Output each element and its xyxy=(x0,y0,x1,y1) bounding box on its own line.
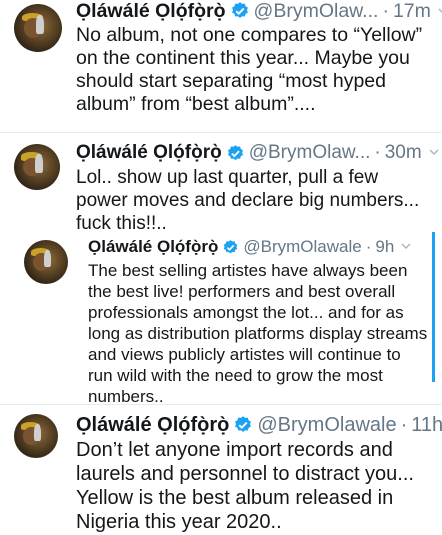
tweet-content: Ọláwálé Ọlọ́fọ̀rọ̀ @BrymOlaw... · 30m Lo… xyxy=(76,142,439,235)
chevron-down-icon[interactable] xyxy=(428,142,440,164)
tweet-text: No album, not one compares to “Yellow” o… xyxy=(76,24,423,115)
chevron-down-icon[interactable] xyxy=(437,0,442,23)
timestamp[interactable]: 17m xyxy=(393,0,431,23)
tweet-header: Ọláwálé Ọlọ́fọ̀rọ̀ @BrymOlaw... · 30m xyxy=(76,142,439,164)
user-handle[interactable]: @BrymOlawale xyxy=(243,237,361,257)
separator-dot: · xyxy=(400,413,408,436)
display-name[interactable]: Ọláwálé Ọlọ́fọ̀rọ̀ xyxy=(76,142,222,164)
display-name[interactable]: Ọláwálé Ọlọ́fọ̀rọ̀ xyxy=(76,0,226,23)
tweet-content: Ọláwálé Ọlọ́fọ̀rọ̀ @BrymOlawale · 9h The… xyxy=(88,236,428,407)
tweet-header: Ọláwálé Ọlọ́fọ̀rọ̀ @BrymOlawale · 11h xyxy=(76,413,442,437)
verified-badge-icon xyxy=(222,239,239,256)
tweet[interactable]: Ọláwálé Ọlọ́fọ̀rọ̀ @BrymOlaw... · 17m No… xyxy=(0,0,442,132)
separator-dot: · xyxy=(382,0,389,22)
display-name[interactable]: Ọláwálé Ọlọ́fọ̀rọ̀ xyxy=(76,414,229,437)
avatar[interactable] xyxy=(14,144,60,190)
user-handle[interactable]: @BrymOlaw... xyxy=(254,0,379,23)
user-handle[interactable]: @BrymOlawale xyxy=(257,414,396,437)
chevron-down-icon[interactable] xyxy=(400,237,412,257)
avatar[interactable] xyxy=(14,4,62,52)
tweet-text: The best selling artistes have always be… xyxy=(88,261,428,406)
tweet-content: Ọláwálé Ọlọ́fọ̀rọ̀ @BrymOlaw... · 17m No… xyxy=(76,0,442,116)
avatar[interactable] xyxy=(14,414,58,458)
avatar-mic-shape xyxy=(44,249,52,268)
verified-badge-icon xyxy=(230,1,250,21)
tweet-content: Ọláwálé Ọlọ́fọ̀rọ̀ @BrymOlawale · 11h Do… xyxy=(76,413,442,534)
timestamp[interactable]: 30m xyxy=(385,142,422,164)
tweet[interactable]: Ọláwálé Ọlọ́fọ̀rọ̀ @BrymOlawale · 9h The… xyxy=(0,228,442,407)
separator-dot: · xyxy=(365,237,372,256)
thread-line xyxy=(432,232,435,382)
timestamp[interactable]: 9h xyxy=(375,237,394,257)
tweet-text: Don’t let anyone import records and laur… xyxy=(76,439,414,533)
tweet-header: Ọláwálé Ọlọ́fọ̀rọ̀ @BrymOlaw... · 17m xyxy=(76,0,442,23)
user-handle[interactable]: @BrymOlaw... xyxy=(249,142,371,164)
tweet-header: Ọláwálé Ọlọ́fọ̀rọ̀ @BrymOlawale · 9h xyxy=(88,236,428,258)
tweet[interactable]: Ọláwálé Ọlọ́fọ̀rọ̀ @BrymOlawale · 11h Do… xyxy=(0,404,442,535)
avatar-mic-shape xyxy=(36,14,44,34)
avatar[interactable] xyxy=(24,240,68,284)
verified-badge-icon xyxy=(233,415,253,435)
avatar-mic-shape xyxy=(34,423,42,442)
tweet-text: Lol.. show up last quarter, pull a few p… xyxy=(76,167,420,234)
timestamp[interactable]: 11h xyxy=(411,414,442,437)
verified-badge-icon xyxy=(226,144,245,163)
separator-dot: · xyxy=(374,142,381,163)
avatar-mic-shape xyxy=(35,154,43,173)
tweet[interactable]: Ọláwálé Ọlọ́fọ̀rọ̀ @BrymOlaw... · 30m Lo… xyxy=(0,132,442,234)
display-name[interactable]: Ọláwálé Ọlọ́fọ̀rọ̀ xyxy=(88,237,218,257)
